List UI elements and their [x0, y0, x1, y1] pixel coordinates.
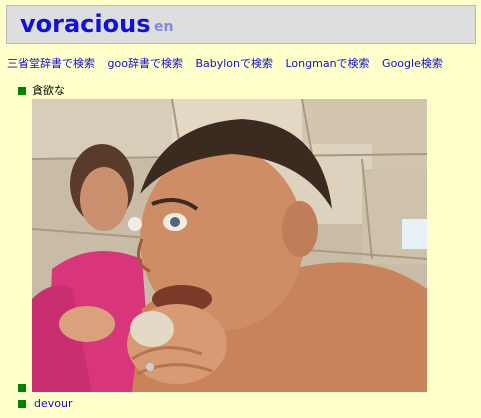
search-link-goo[interactable]: goo辞書で検索: [108, 57, 183, 70]
bullet-icon: [18, 400, 26, 408]
search-link-longman[interactable]: Longmanで検索: [286, 57, 370, 70]
illustration-image: [32, 99, 427, 392]
related-word-link[interactable]: devour: [34, 397, 72, 411]
search-link-sanseido[interactable]: 三省堂辞書で検索: [7, 57, 95, 70]
search-link-google[interactable]: Google検索: [382, 57, 443, 70]
language-tag: en: [154, 19, 174, 35]
bullet-icon: [18, 87, 26, 95]
headword: voracious: [20, 10, 151, 38]
search-links-bar: 三省堂辞書で検索 goo辞書で検索 Babylonで検索 Longmanで検索 …: [7, 57, 452, 71]
definition-text: 貪欲な: [32, 84, 65, 97]
word-header: voracious en: [6, 5, 476, 44]
bullet-icon: [18, 384, 26, 392]
page: voracious en 三省堂辞書で検索 goo辞書で検索 Babylonで検…: [0, 0, 481, 418]
search-link-babylon[interactable]: Babylonで検索: [195, 57, 273, 70]
